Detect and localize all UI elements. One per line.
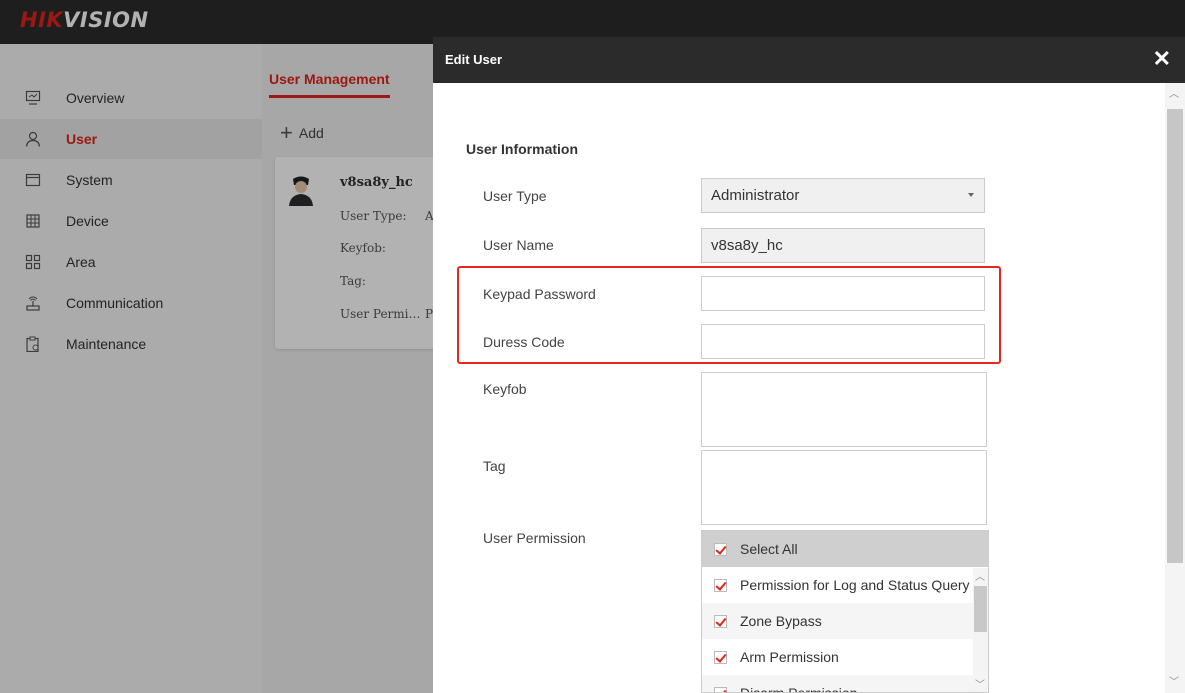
permission-item[interactable]: Arm Permission — [702, 639, 974, 675]
user-type-value: Administrator — [711, 187, 800, 204]
dialog-title: Edit User — [445, 52, 503, 67]
permission-item[interactable]: Zone Bypass — [702, 603, 974, 639]
checkbox-checked-icon[interactable] — [714, 650, 727, 664]
chevron-up-icon[interactable]: ︿ — [975, 568, 985, 583]
checkbox-checked-icon[interactable] — [714, 578, 727, 592]
permission-label: Arm Permission — [740, 649, 839, 665]
permission-item[interactable]: Disarm Permission — [702, 675, 974, 693]
section-title: User Information — [466, 141, 579, 157]
select-all-item[interactable]: Select All — [702, 531, 988, 567]
user-permission-label: User Permission — [483, 530, 586, 546]
permission-scrollbar[interactable]: ︿ ﹀ — [973, 568, 988, 692]
highlight-box — [457, 266, 1001, 364]
close-icon[interactable]: ✕ — [1153, 46, 1171, 72]
scrollbar-thumb[interactable] — [974, 586, 987, 632]
permission-item[interactable]: Permission for Log and Status Query — [702, 567, 974, 603]
checkbox-checked-icon[interactable] — [714, 686, 727, 692]
keyfob-label: Keyfob — [483, 381, 527, 397]
checkbox-checked-icon[interactable] — [714, 614, 727, 628]
app-window: HIKVISION Overview User System Device Ar… — [0, 0, 1185, 693]
dialog-scrollbar[interactable]: ︿ ﹀ — [1165, 83, 1185, 693]
scrollbar-thumb[interactable] — [1167, 109, 1183, 563]
dialog-header: Edit User ✕ — [433, 37, 1185, 83]
user-name-field[interactable]: v8sa8y_hc — [701, 228, 985, 263]
user-type-label: User Type — [483, 188, 547, 204]
chevron-down-icon[interactable]: ﹀ — [1169, 673, 1179, 688]
permission-label: Disarm Permission — [740, 685, 858, 693]
keyfob-field[interactable] — [701, 372, 987, 447]
permission-list: Select All Permission for Log and Status… — [701, 530, 989, 693]
edit-user-dialog: Edit User ✕ User Information User Type A… — [433, 37, 1185, 693]
user-type-select[interactable]: Administrator — [701, 178, 985, 213]
chevron-up-icon[interactable]: ︿ — [1169, 85, 1179, 100]
permission-label: Select All — [740, 541, 798, 557]
checkbox-checked-icon[interactable] — [714, 542, 727, 556]
chevron-down-icon — [968, 193, 974, 197]
permission-label: Zone Bypass — [740, 613, 822, 629]
chevron-down-icon[interactable]: ﹀ — [975, 676, 985, 691]
tag-field[interactable] — [701, 450, 987, 525]
tag-label: Tag — [483, 458, 506, 474]
user-name-label: User Name — [483, 237, 554, 253]
permission-label: Permission for Log and Status Query — [740, 577, 970, 593]
